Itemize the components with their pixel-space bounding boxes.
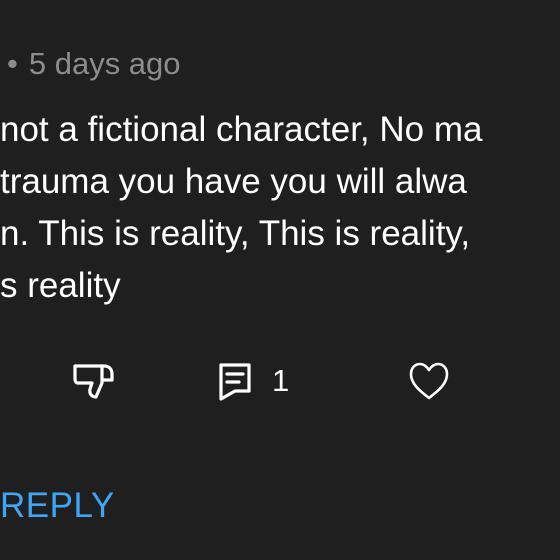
comment-text-line: not a fictional character, No ma xyxy=(0,110,483,149)
comment-text-line: s reality xyxy=(0,266,121,305)
dislike-button[interactable] xyxy=(72,356,118,406)
comment-meta: • 5 days ago xyxy=(0,44,181,84)
like-button[interactable] xyxy=(408,356,450,406)
comment-card: • 5 days ago not a fictional character, … xyxy=(0,0,560,560)
reply-button[interactable]: REPLY xyxy=(0,486,115,526)
reply-count: 1 xyxy=(272,363,290,398)
comment-icon xyxy=(218,361,252,401)
comment-text-line: n. This is reality, This is reality, xyxy=(0,214,471,253)
comment-text: not a fictional character, No ma trauma … xyxy=(0,104,560,312)
comment-actions: 1 xyxy=(0,356,560,406)
replies-button[interactable]: 1 xyxy=(218,356,289,406)
meta-separator: • xyxy=(7,46,18,81)
comment-text-line: trauma you have you will alwa xyxy=(0,162,467,201)
heart-icon xyxy=(408,361,450,401)
thumbs-down-icon xyxy=(72,359,118,403)
comment-timestamp: 5 days ago xyxy=(28,46,181,81)
